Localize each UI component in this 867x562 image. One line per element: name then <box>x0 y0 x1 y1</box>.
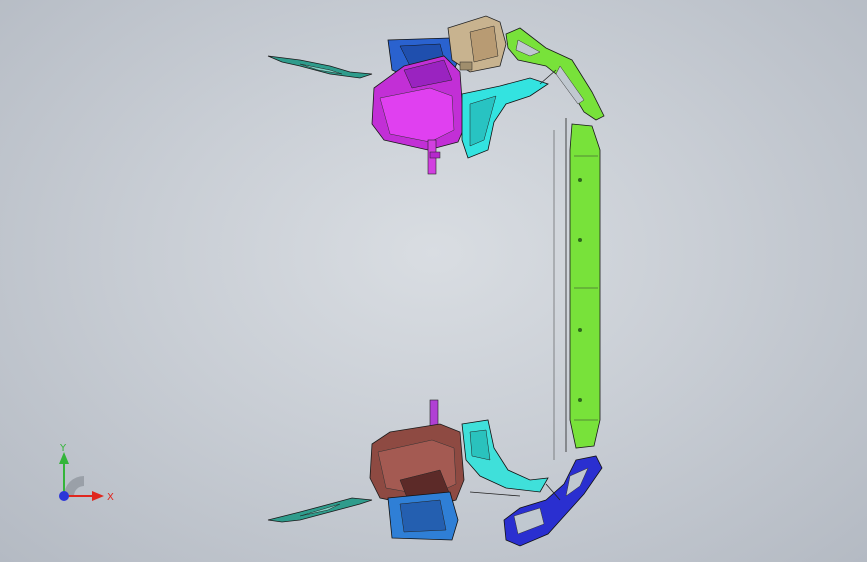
lower-mount-bracket-blue[interactable] <box>387 491 459 541</box>
triad-z-origin <box>59 491 69 501</box>
graphics-viewport[interactable]: Y X <box>0 0 867 562</box>
triad-x-label: X <box>107 492 114 503</box>
reference-triad: Y X <box>59 443 114 503</box>
upper-teal-flange[interactable] <box>267 55 373 79</box>
upper-wheelhouse-magenta[interactable] <box>371 55 465 175</box>
side-rail-green[interactable] <box>553 118 601 460</box>
triad-y-label: Y <box>59 443 67 454</box>
upper-bracket-tan[interactable] <box>447 15 507 73</box>
upper-green-arm[interactable] <box>505 27 605 121</box>
upper-wheelhouse-cyan[interactable] <box>461 77 549 159</box>
lower-bracket-blue[interactable] <box>503 455 603 547</box>
lower-teal-flange[interactable] <box>267 497 373 523</box>
model-scene[interactable] <box>0 0 867 562</box>
lower-wheelhouse-cyan[interactable] <box>461 419 549 493</box>
triad-x-arrow <box>92 491 104 501</box>
